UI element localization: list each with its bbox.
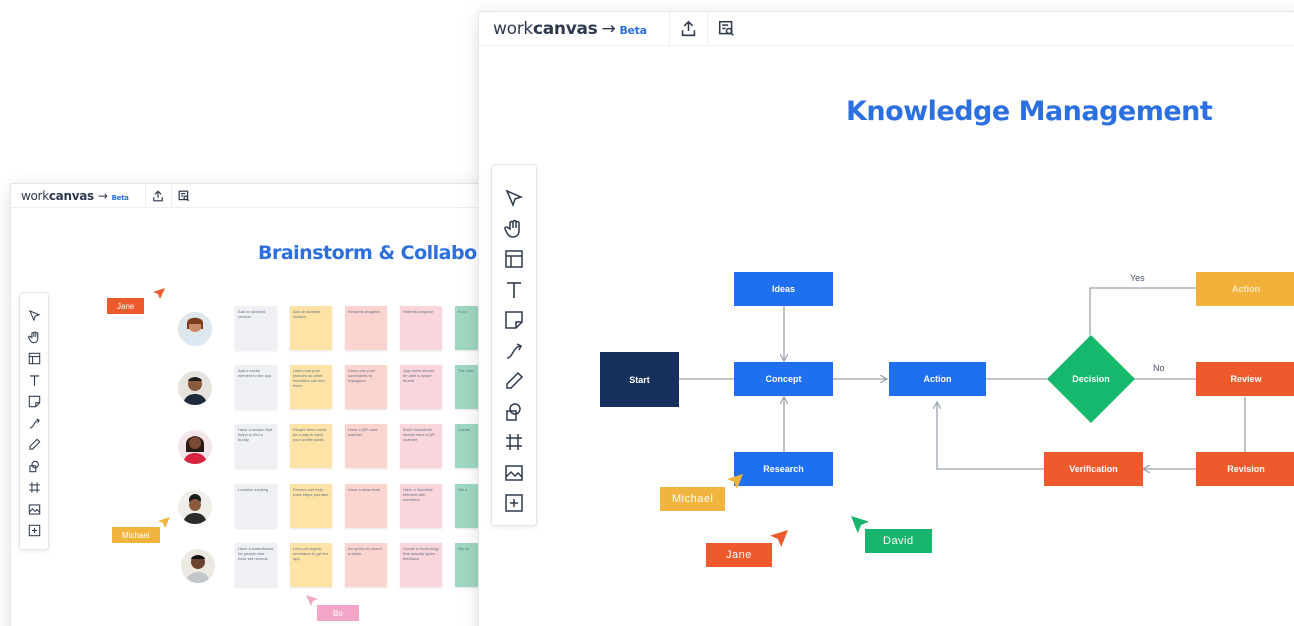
sticky-note[interactable]: Have a news feed (345, 484, 387, 528)
sticky-note[interactable]: An option to record a video (345, 543, 387, 587)
sticky-note[interactable]: Have a section that helps to find a budd… (235, 424, 277, 468)
cursor-pointer-icon (306, 595, 318, 606)
sticky-note[interactable]: Referral program (400, 306, 442, 350)
back-tool-text[interactable] (23, 370, 45, 392)
sticky-note[interactable]: Create a technology that actually gives … (400, 543, 442, 587)
flow-node-action[interactable]: Action (889, 362, 986, 396)
avatar (178, 371, 212, 405)
cursor-pointer-icon (851, 516, 869, 533)
marketing-stage: workcanvas→Beta Brainstorm & Collabor (0, 0, 1294, 626)
back-tool-image[interactable] (23, 499, 45, 521)
shapes-icon (28, 460, 39, 472)
back-tool-frame[interactable] (23, 477, 45, 499)
flow-node-revision[interactable]: Revision (1196, 452, 1294, 486)
sticky-note[interactable]: Users can post summaries to Instagram (345, 365, 387, 409)
back-tool-hand[interactable] (23, 327, 45, 349)
cursor-pointer-icon (158, 517, 170, 528)
flow-node-verification[interactable]: Verification (1044, 452, 1143, 486)
avatar (178, 490, 212, 524)
cursor-label-jane: Jane (107, 298, 145, 314)
sticky-note[interactable]: Let's put regular reminders to get the a… (290, 543, 332, 587)
cursor-label-bo: Bo (317, 605, 359, 621)
sticky-note[interactable]: Rewards program (345, 306, 387, 350)
cursor-pointer-icon (727, 474, 743, 489)
back-tool-pen[interactable] (23, 434, 45, 456)
edge-decision-action-yes (1089, 287, 1196, 335)
back-tool-connector[interactable] (23, 413, 45, 435)
sticky-note[interactable]: Have a QR code scanner (345, 424, 387, 468)
back-tool-sticky[interactable] (23, 391, 45, 413)
back-topbar: work canvas → Beta (11, 184, 529, 208)
back-brand-logo[interactable]: work canvas → Beta (21, 189, 129, 203)
edge-label-no: No (1153, 363, 1165, 373)
image-icon (28, 504, 40, 515)
sticky-note-icon (28, 396, 40, 408)
avatar (178, 430, 212, 464)
back-tool-rail (19, 292, 49, 550)
sticky-note[interactable]: Users can post pictures so other members… (290, 365, 332, 409)
avatar (181, 549, 215, 583)
connector-arrow-icon (29, 418, 40, 429)
sticky-note[interactable]: People there could be a way to track you… (290, 424, 332, 468)
sticky-note[interactable]: Each household should have a QR scanner (400, 424, 442, 468)
sticky-note[interactable]: Phones can help track steps you take (290, 484, 332, 528)
sticky-note[interactable]: Have a leaderboard for people who have s… (235, 543, 277, 587)
flow-node-start[interactable]: Start (600, 352, 679, 407)
flow-node-research[interactable]: Research (734, 452, 833, 486)
flow-node-decision-label: Decision (1072, 374, 1110, 384)
cursor-pointer-icon (153, 288, 165, 299)
cursor-label-michael: Michael (660, 487, 726, 511)
cursor-label-jane: Jane (706, 543, 772, 567)
edge-label-yes: Yes (1130, 273, 1145, 283)
flow-node-review[interactable]: Review (1196, 362, 1294, 396)
sticky-note[interactable]: Location tracking (235, 484, 277, 528)
hand-pan-icon (27, 331, 38, 343)
back-present-button[interactable] (170, 184, 197, 208)
sticky-note[interactable]: Add an Android version (235, 306, 277, 350)
back-tool-add[interactable] (23, 520, 45, 542)
back-tool-select[interactable] (23, 305, 45, 327)
back-tool-shapes[interactable] (23, 456, 45, 478)
text-icon (29, 375, 39, 386)
edge-verification-action (937, 402, 1044, 470)
share-upload-icon (153, 189, 163, 201)
front-canvas-window: workcanvas→Beta Knowledge Management (478, 11, 1294, 626)
flow-node-concept[interactable]: Concept (734, 362, 833, 396)
add-plus-icon (28, 525, 40, 537)
back-share-button[interactable] (144, 184, 171, 208)
sticky-note[interactable]: Have a 'favorites' element with members (400, 484, 442, 528)
template-layout-icon (28, 353, 40, 365)
pen-icon (28, 438, 40, 450)
select-pointer-icon (28, 310, 41, 322)
frame-grid-icon (28, 482, 40, 493)
flow-node-ideas[interactable]: Ideas (734, 272, 833, 306)
sticky-note[interactable]: App users should be able to share thumb (400, 365, 442, 409)
back-tool-template[interactable] (23, 348, 45, 370)
back-board-title: Brainstorm & Collabor (258, 242, 486, 264)
cursor-label-michael: Michael (112, 527, 160, 543)
flow-node-action-top[interactable]: Action (1196, 272, 1294, 306)
avatar (178, 312, 212, 346)
sticky-note[interactable]: Add a social element to the app (235, 365, 277, 409)
cursor-pointer-icon (770, 530, 788, 547)
back-canvas-window: workcanvas→Beta Brainstorm & Collabor (10, 183, 530, 626)
sticky-note[interactable]: Add an Android version (290, 306, 332, 350)
presentation-search-icon (178, 190, 190, 201)
cursor-label-david: David (865, 529, 932, 553)
